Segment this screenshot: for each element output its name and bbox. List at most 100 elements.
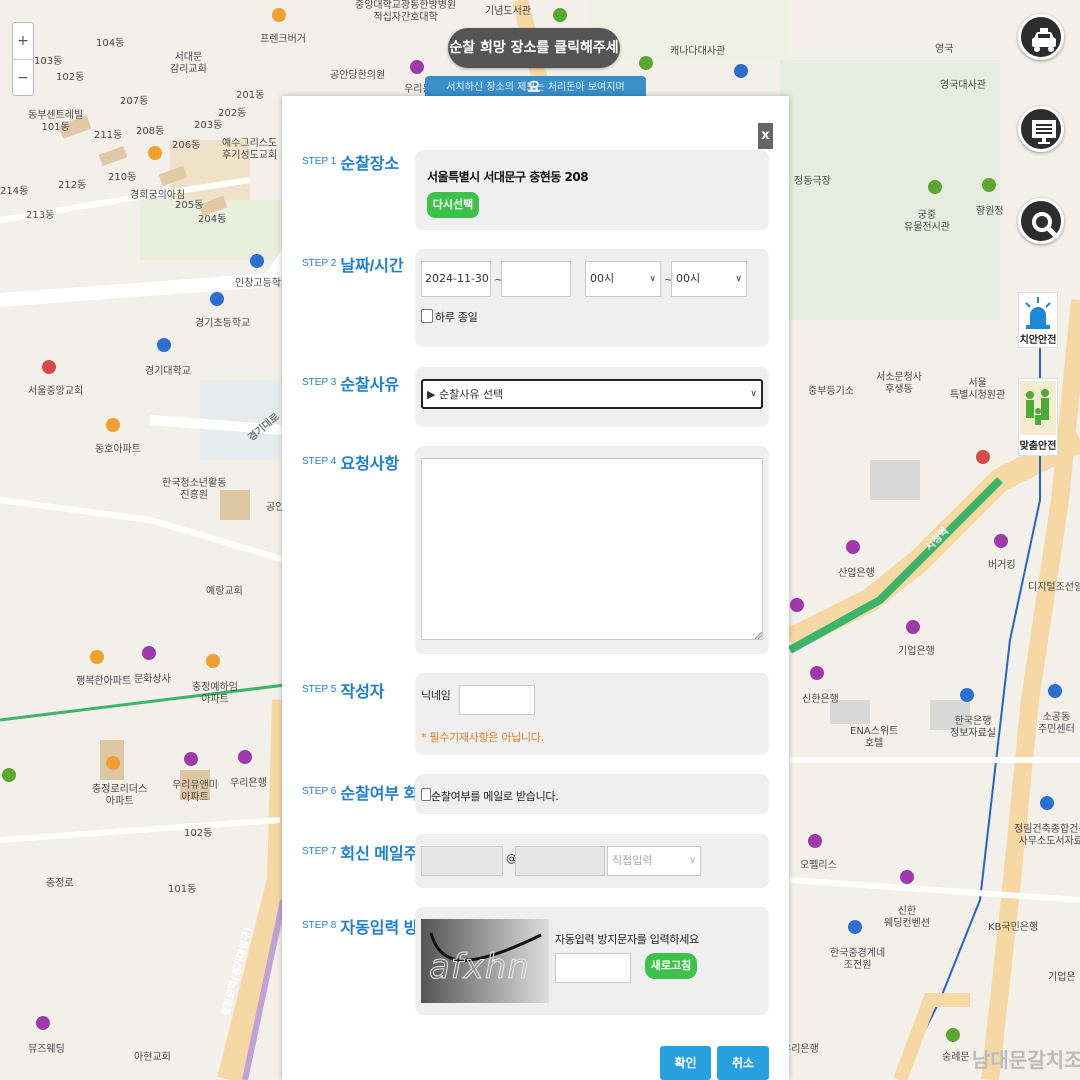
map-label: 212동 bbox=[58, 180, 87, 191]
mail-reply-label: 순찰여부를 메일로 받습니다. bbox=[431, 790, 559, 803]
cancel-button[interactable]: 취소 bbox=[717, 1046, 769, 1080]
poi-marker[interactable] bbox=[106, 756, 120, 770]
captcha-refresh-button[interactable]: 새로고침 bbox=[645, 953, 697, 979]
poi-marker[interactable] bbox=[848, 920, 862, 934]
poi-marker[interactable] bbox=[184, 752, 198, 766]
map-label: 신한은행 bbox=[802, 694, 839, 705]
safety-card-button[interactable]: 치안안전 bbox=[1018, 292, 1058, 348]
map-label: 서대문 감리교회 bbox=[170, 52, 207, 75]
resize-handle-icon[interactable] bbox=[755, 632, 762, 639]
step-number: STEP 5 bbox=[302, 684, 337, 695]
reselect-button[interactable]: 다시선택 bbox=[427, 192, 479, 218]
poi-marker[interactable] bbox=[928, 180, 942, 194]
map-label: 영국대사관 bbox=[940, 80, 986, 91]
poi-marker[interactable] bbox=[210, 292, 224, 306]
nickname-input[interactable] bbox=[459, 685, 535, 715]
poi-marker[interactable] bbox=[106, 418, 120, 432]
mail-reply-checkbox[interactable] bbox=[421, 788, 431, 801]
poi-marker[interactable] bbox=[157, 338, 171, 352]
zoom-in-button[interactable]: + bbox=[13, 23, 33, 59]
poi-marker[interactable] bbox=[238, 750, 252, 764]
poi-marker[interactable] bbox=[142, 646, 156, 660]
poi-marker[interactable] bbox=[410, 60, 424, 74]
police-car-button[interactable] bbox=[1018, 14, 1064, 60]
poi-marker[interactable] bbox=[206, 654, 220, 668]
step-number: STEP 8 bbox=[302, 920, 337, 931]
request-textarea[interactable] bbox=[421, 458, 763, 640]
captcha-text: afxhn bbox=[428, 947, 531, 988]
poi-marker[interactable] bbox=[900, 870, 914, 884]
nickname-label: 닉네임 bbox=[421, 689, 451, 702]
monitor-button[interactable] bbox=[1018, 106, 1064, 152]
custom-safety-card-button[interactable]: 맞춤안전 bbox=[1018, 378, 1058, 456]
map-label: 기업은 bbox=[1048, 972, 1076, 983]
police-car-icon bbox=[1032, 28, 1056, 52]
map-label: 향원정 bbox=[976, 206, 1004, 217]
map-label: 정림건축종합건축 사무소도서자료 bbox=[1014, 824, 1080, 847]
poi-marker[interactable] bbox=[90, 650, 104, 664]
map-label: 궁중 유물전시관 bbox=[904, 210, 950, 233]
map-label: 캐나다대사관 bbox=[670, 46, 726, 57]
map-label: 문화상사 bbox=[134, 674, 171, 685]
start-hour-select[interactable]: 00시 ∨ bbox=[585, 261, 661, 297]
poi-marker[interactable] bbox=[808, 834, 822, 848]
step-4-box bbox=[415, 446, 769, 654]
patrol-reason-value: ▶ 순찰사유 선택 bbox=[427, 388, 504, 401]
map-label: 102동 bbox=[184, 828, 213, 839]
step-title: 작성자 bbox=[340, 684, 385, 701]
poi-marker[interactable] bbox=[846, 540, 860, 554]
step-number: STEP 2 bbox=[302, 258, 337, 269]
map-label: 뮤즈웨딩 bbox=[28, 1044, 65, 1055]
poi-marker[interactable] bbox=[994, 534, 1008, 548]
map-label: 동호아파트 bbox=[95, 444, 141, 455]
map-label: 행복한아파트 bbox=[76, 676, 132, 687]
poi-marker[interactable] bbox=[639, 56, 653, 70]
all-day-checkbox[interactable] bbox=[421, 309, 433, 323]
poi-marker[interactable] bbox=[42, 360, 56, 374]
map-label: 충정로리더스 아파트 bbox=[92, 784, 148, 807]
step-number: STEP 6 bbox=[302, 786, 337, 797]
patrol-request-modal: x STEP 1 순찰장소 서울특별시 서대문구 충현동 208 다시선택 ST… bbox=[282, 96, 789, 1080]
poi-marker[interactable] bbox=[810, 666, 824, 680]
patrol-reason-select[interactable]: ▶ 순찰사유 선택 ∨ bbox=[421, 379, 763, 409]
poi-marker[interactable] bbox=[1040, 796, 1054, 810]
map-label: 예랑교회 bbox=[206, 586, 243, 597]
poi-marker[interactable] bbox=[790, 598, 804, 612]
confirm-button[interactable]: 확인 bbox=[660, 1046, 711, 1080]
close-button[interactable]: x bbox=[758, 123, 773, 149]
captcha-input[interactable] bbox=[555, 953, 631, 983]
map-label: 서울중앙교회 bbox=[28, 386, 84, 397]
poi-marker[interactable] bbox=[982, 178, 996, 192]
poi-marker[interactable] bbox=[36, 1016, 50, 1030]
email-domain-input[interactable] bbox=[515, 846, 605, 876]
map-label: 101동 bbox=[168, 884, 197, 895]
poi-marker[interactable] bbox=[250, 254, 264, 268]
search-icon bbox=[1032, 212, 1059, 239]
poi-marker[interactable] bbox=[960, 688, 974, 702]
poi-marker[interactable] bbox=[946, 1028, 960, 1042]
email-id-input[interactable] bbox=[421, 846, 503, 876]
poi-marker[interactable] bbox=[906, 620, 920, 634]
zoom-out-button[interactable]: − bbox=[13, 59, 33, 95]
poi-marker[interactable] bbox=[272, 8, 286, 22]
start-date-input[interactable]: 2024-11-30 bbox=[421, 261, 491, 297]
step-5-box: 닉네임 * 필수기재사항은 아닙니다. bbox=[415, 673, 769, 755]
poi-marker[interactable] bbox=[976, 450, 990, 464]
map-label: 208동 bbox=[136, 126, 165, 137]
map-label: KB국민은행 bbox=[988, 922, 1039, 933]
poi-marker[interactable] bbox=[1048, 684, 1062, 698]
poi-marker[interactable] bbox=[553, 8, 567, 22]
step-8-box: afxhn 자동입력 방지문자를 입력하세요 새로고침 bbox=[415, 907, 769, 1015]
poi-marker[interactable] bbox=[2, 768, 16, 782]
poi-marker[interactable] bbox=[148, 146, 162, 160]
map-label: 서울 특별시청원관 bbox=[950, 378, 1006, 401]
map-label: 남대문갈치조 bbox=[972, 1048, 1080, 1072]
end-hour-select[interactable]: 00시 ∨ bbox=[671, 261, 747, 297]
poi-marker[interactable] bbox=[734, 64, 748, 78]
map-label: 아현교회 bbox=[134, 1052, 171, 1063]
end-date-input[interactable] bbox=[501, 261, 571, 297]
email-domain-select[interactable]: 직접입력 ∨ bbox=[607, 846, 701, 876]
step-title: 순찰사유 bbox=[340, 377, 400, 394]
search-button[interactable] bbox=[1018, 198, 1064, 244]
map-label: 211동 bbox=[94, 130, 123, 141]
